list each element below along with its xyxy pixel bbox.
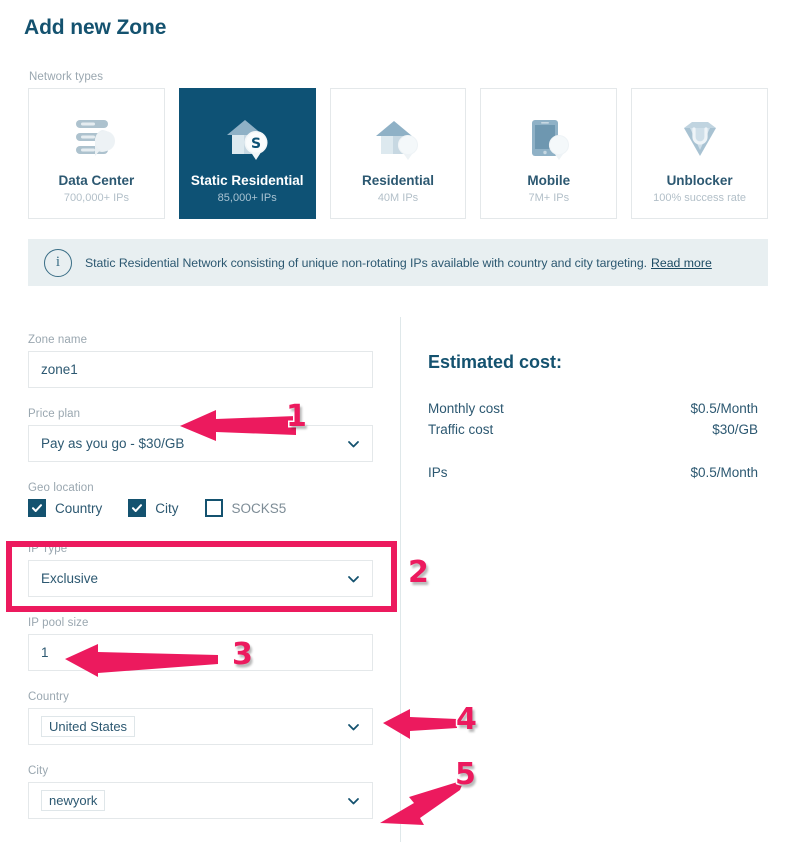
cost-row-value: $0.5/Month: [690, 401, 758, 416]
cost-row-label: Monthly cost: [428, 401, 504, 416]
country-value-chip: United States: [41, 716, 136, 737]
network-card-static-residential[interactable]: S Static Residential 85,000+ IPs: [178, 88, 316, 219]
info-banner-text: Static Residential Network consisting of…: [85, 255, 647, 270]
network-card-title: Mobile: [527, 173, 571, 188]
zone-name-input[interactable]: zone1: [28, 351, 373, 388]
city-label: City: [28, 765, 49, 777]
network-card-subtitle: 7M+ IPs: [528, 192, 570, 205]
network-types-label: Network types: [29, 71, 104, 83]
info-circle-icon: i: [44, 248, 72, 277]
field-price-plan: Price plan Pay as you go - $30/GB: [28, 408, 373, 462]
price-plan-value: Pay as you go - $30/GB: [41, 436, 185, 451]
checkbox-country[interactable]: Country: [28, 499, 102, 517]
network-card-subtitle: 700,000+ IPs: [63, 192, 129, 205]
annotation-number-5: 5: [454, 756, 478, 794]
house-dollar-pin-icon: S: [219, 107, 275, 169]
chevron-down-icon: [347, 794, 360, 807]
ip-type-value: Exclusive: [41, 571, 99, 586]
panel-divider: [400, 317, 401, 842]
checkbox-socks5[interactable]: SOCKS5: [204, 499, 287, 517]
chevron-down-icon: [347, 720, 360, 733]
svg-text:S: S: [251, 136, 261, 152]
network-card-data-center[interactable]: Data Center 700,000+ IPs: [28, 88, 165, 219]
network-card-mobile[interactable]: Mobile 7M+ IPs: [480, 88, 618, 219]
ip-type-label: IP Type: [28, 543, 68, 555]
diamond-icon: [672, 107, 728, 169]
cost-row-value: $0.5/Month: [690, 465, 758, 480]
page-title: Add new Zone: [24, 16, 167, 39]
chevron-down-icon: [347, 572, 360, 585]
field-city: City newyork: [28, 765, 373, 819]
checkbox-checked-icon: [28, 499, 46, 517]
cost-row-monthly: Monthly cost $0.5/Month: [428, 401, 758, 416]
checkbox-unchecked-icon: [204, 499, 223, 517]
cost-row-label: IPs: [428, 465, 448, 480]
zone-name-label: Zone name: [28, 334, 88, 346]
field-zone-name: Zone name zone1: [28, 334, 373, 388]
annotation-arrow-5: [380, 780, 464, 825]
price-plan-select[interactable]: Pay as you go - $30/GB: [28, 425, 373, 462]
checkbox-socks5-label: SOCKS5: [231, 500, 287, 516]
checkbox-country-label: Country: [55, 500, 103, 516]
chevron-down-icon: [347, 437, 360, 450]
field-geo-location: Geo location Country City SOCKS5: [28, 482, 373, 517]
ip-pool-size-input[interactable]: 1: [28, 634, 373, 671]
server-stack-icon: [68, 107, 124, 169]
cost-row-value: $30/GB: [712, 422, 758, 437]
network-card-subtitle: 85,000+ IPs: [217, 192, 277, 205]
info-banner: i Static Residential Network consisting …: [28, 239, 768, 286]
network-card-title: Unblocker: [666, 173, 733, 188]
ip-type-select[interactable]: Exclusive: [28, 560, 373, 597]
annotation-arrow-4: [383, 709, 457, 739]
field-country: Country United States: [28, 691, 373, 745]
annotation-number-4: 4: [455, 701, 479, 739]
city-select[interactable]: newyork: [28, 782, 373, 819]
network-card-title: Residential: [361, 173, 434, 188]
network-card-unblocker[interactable]: Unblocker 100% success rate: [631, 88, 768, 219]
checkbox-city-label: City: [155, 500, 179, 516]
country-select[interactable]: United States: [28, 708, 373, 745]
field-ip-pool-size: IP pool size 1: [28, 617, 373, 671]
geo-location-checkbox-group: Country City SOCKS5: [28, 499, 373, 517]
checkbox-checked-icon: [128, 499, 147, 517]
network-card-title: Data Center: [58, 173, 135, 188]
estimated-cost-title: Estimated cost:: [428, 352, 563, 372]
read-more-link[interactable]: Read more: [651, 256, 712, 270]
network-card-title: Static Residential: [190, 173, 304, 188]
ip-pool-size-label: IP pool size: [28, 617, 89, 629]
estimated-cost-panel: Estimated cost: Monthly cost $0.5/Month …: [428, 352, 758, 486]
annotation-number-2: 2: [407, 554, 431, 592]
network-card-residential[interactable]: Residential 40M IPs: [329, 88, 467, 219]
checkbox-city[interactable]: City: [128, 499, 179, 517]
price-plan-label: Price plan: [28, 408, 81, 420]
field-ip-type: IP Type Exclusive: [28, 543, 373, 597]
cost-row-label: Traffic cost: [428, 422, 494, 437]
cost-row-ips: IPs $0.5/Month: [428, 465, 758, 480]
tablet-pin-icon: [521, 107, 577, 169]
network-card-subtitle: 40M IPs: [377, 192, 419, 205]
network-types-card-group: Data Center 700,000+ IPs S Static Reside…: [28, 88, 768, 219]
house-pin-icon: [370, 107, 426, 169]
country-label: Country: [28, 691, 69, 703]
city-value-chip: newyork: [41, 790, 106, 811]
geo-location-label: Geo location: [28, 482, 94, 494]
network-card-subtitle: 100% success rate: [653, 192, 747, 205]
cost-row-traffic: Traffic cost $30/GB: [428, 422, 758, 437]
